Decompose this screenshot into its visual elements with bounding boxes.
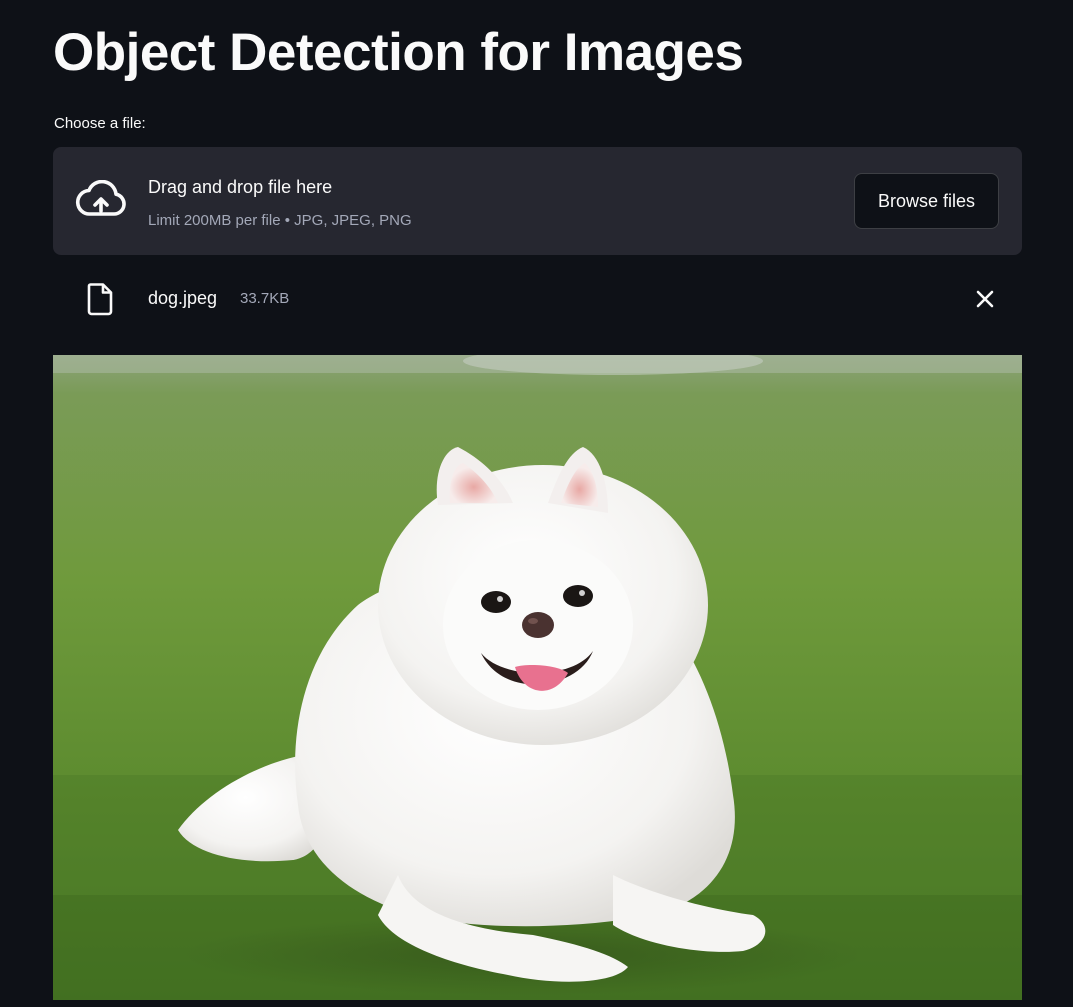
close-icon[interactable]: [971, 285, 999, 313]
file-icon: [87, 283, 113, 316]
dropzone-title: Drag and drop file here: [148, 177, 333, 197]
file-size: 33.7KB: [240, 290, 290, 307]
dog-photo: [53, 355, 1022, 1000]
file-dropzone[interactable]: Drag and drop file here Limit 200MB per …: [53, 147, 1022, 255]
uploaded-image: [53, 355, 1022, 1000]
file-uploader-label: Choose a file:: [54, 115, 146, 132]
uploaded-file-row: dog.jpeg 33.7KB: [53, 272, 1022, 326]
page-title: Object Detection for Images: [53, 23, 744, 82]
browse-files-button[interactable]: Browse files: [854, 173, 999, 229]
cloud-upload-icon: [75, 180, 126, 216]
dropzone-hint: Limit 200MB per file • JPG, JPEG, PNG: [148, 212, 412, 229]
file-name: dog.jpeg: [148, 288, 218, 308]
